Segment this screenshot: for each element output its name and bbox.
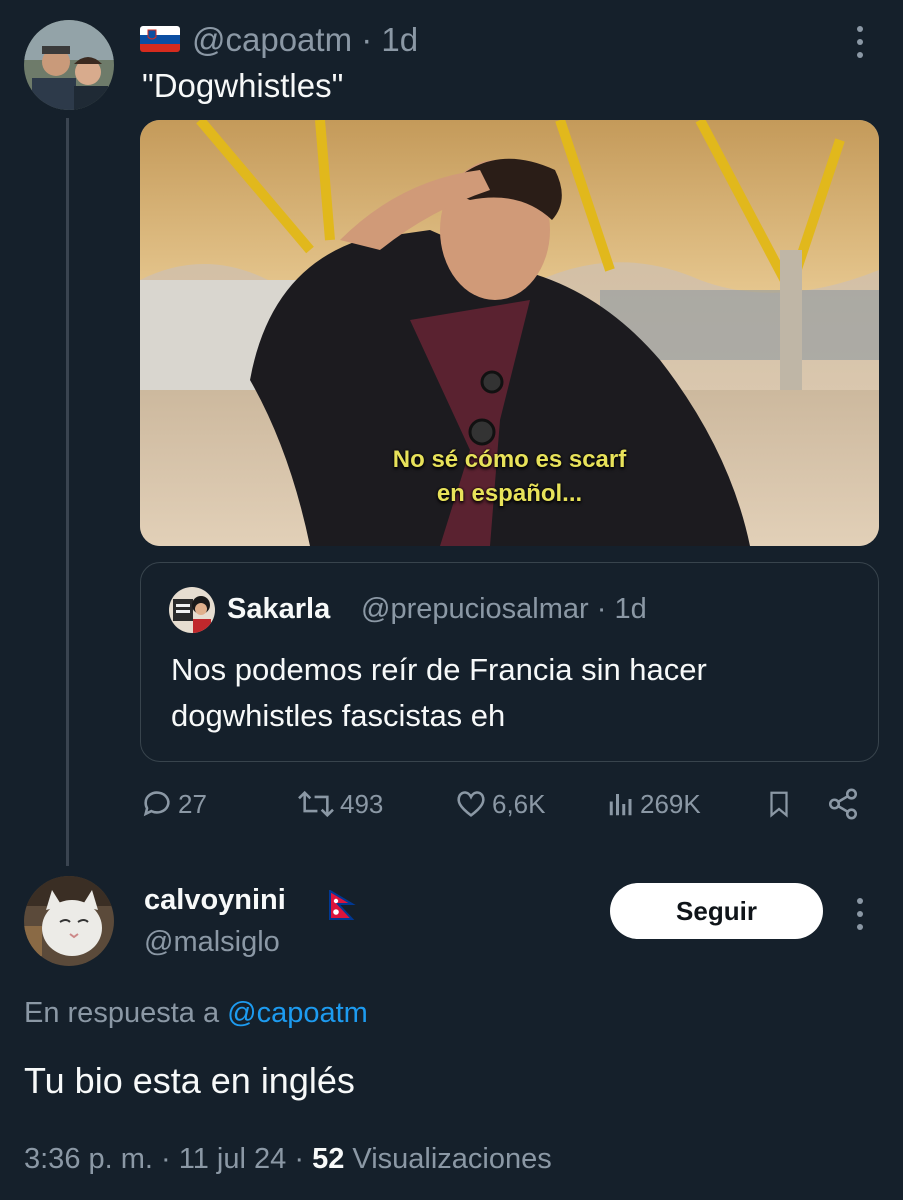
tweet-metadata: 3:36 p. m. · 11 jul 24 · 52 Visualizacio… xyxy=(24,1140,552,1178)
author-handle[interactable]: @capoatm xyxy=(192,21,352,58)
author-handle-line: @capoatm · 1d xyxy=(192,20,418,60)
reply-views-label: Visualizaciones xyxy=(352,1143,552,1175)
views-button[interactable]: 269K xyxy=(606,786,701,822)
in-reply-to: En respuesta a @capoatm xyxy=(24,994,368,1032)
bookmark-button[interactable] xyxy=(764,786,794,822)
retweet-icon xyxy=(298,790,334,818)
quoted-time: 1d xyxy=(614,593,647,625)
separator: · xyxy=(294,1143,304,1175)
reply-views-count: 52 xyxy=(312,1143,345,1175)
follow-button[interactable]: Seguir xyxy=(610,883,823,939)
tweet-video-thumbnail[interactable]: No sé cómo es scarf en español... xyxy=(140,120,879,546)
in-reply-prefix: En respuesta a xyxy=(24,997,220,1029)
quoted-tweet[interactable]: Sakarla @prepuciosalmar · 1d Nos podemos… xyxy=(140,562,879,762)
retweet-button[interactable]: 493 xyxy=(296,786,383,822)
reply-count: 27 xyxy=(178,788,207,819)
in-reply-handle-link[interactable]: @capoatm xyxy=(227,997,368,1029)
video-caption-line-1: No sé cómo es scarf xyxy=(392,446,627,473)
author-avatar[interactable] xyxy=(24,20,114,110)
share-icon xyxy=(828,788,858,820)
like-icon xyxy=(457,791,485,817)
share-button[interactable] xyxy=(826,786,860,822)
video-caption-line-2: en español... xyxy=(436,480,583,507)
reply-date[interactable]: 11 jul 24 xyxy=(179,1143,287,1175)
more-options-icon[interactable] xyxy=(850,22,870,62)
like-count: 6,6K xyxy=(492,788,546,819)
separator: · xyxy=(361,21,373,58)
reply-author-avatar[interactable] xyxy=(24,876,114,966)
separator: · xyxy=(161,1143,171,1175)
retweet-count: 493 xyxy=(340,788,384,819)
reply-timestamp[interactable]: 3:36 p. m. xyxy=(24,1143,153,1175)
separator: · xyxy=(596,593,607,625)
quoted-author-avatar xyxy=(169,587,215,633)
thread-connector-line xyxy=(66,118,69,866)
reply-tweet-text: Tu bio esta en inglés xyxy=(24,1060,355,1101)
slovenia-flag-icon xyxy=(140,26,180,52)
views-count: 269K xyxy=(640,788,701,819)
quoted-tweet-text: Nos podemos reír de Francia sin hacer do… xyxy=(171,652,707,733)
quoted-author-handle: @prepuciosalmar xyxy=(361,593,589,625)
nepal-flag-icon xyxy=(328,889,356,920)
bookmark-icon xyxy=(770,791,788,818)
quoted-author-name[interactable]: Sakarla xyxy=(227,591,330,627)
reply-author-handle[interactable]: @malsiglo xyxy=(144,922,280,962)
reply-author-name[interactable]: calvoynini xyxy=(144,880,286,920)
views-icon xyxy=(609,794,632,816)
reply-button[interactable]: 27 xyxy=(140,786,207,822)
reply-icon xyxy=(143,791,170,817)
tweet-time[interactable]: 1d xyxy=(381,21,418,58)
tweet-text: "Dogwhistles" xyxy=(142,67,344,104)
quoted-handle-line: @prepuciosalmar · 1d xyxy=(361,591,647,627)
like-button[interactable]: 6,6K xyxy=(454,786,546,822)
reply-more-options-icon[interactable] xyxy=(850,894,870,934)
